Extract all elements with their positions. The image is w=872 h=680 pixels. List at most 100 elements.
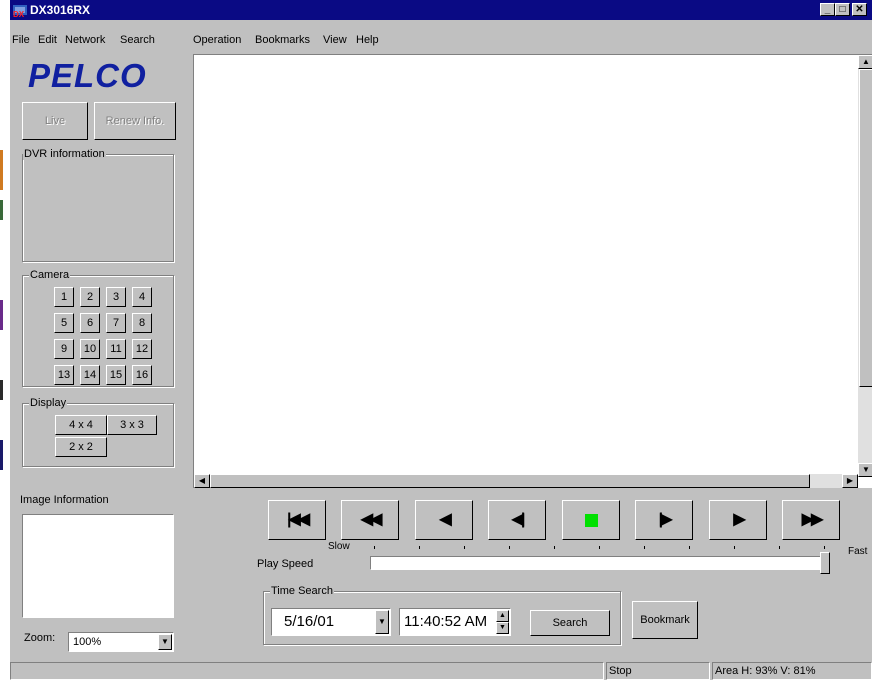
dvr-info-label: DVR information [23,148,106,160]
chevron-down-icon[interactable]: ▼ [158,634,172,650]
speed-tick [374,546,375,549]
status-state: Stop [609,665,632,677]
camera-15-button[interactable]: 15 [106,365,126,385]
app-window: DX DX3016RX _ □ ✕ File Edit Network Sear… [10,0,872,680]
speed-tick [464,546,465,549]
play-reverse-button[interactable]: ◀ [415,500,473,540]
speed-tick [599,546,600,549]
display-label: Display [29,397,68,409]
speed-tick [734,546,735,549]
rewind-icon: ◀◀ [360,511,383,528]
time-up-icon[interactable]: ▲ [496,610,509,622]
menu-bookmarks[interactable]: Bookmarks [255,34,310,46]
stop-icon [585,514,598,527]
menu-search[interactable]: Search [120,34,155,46]
app-icon: DX [13,5,27,18]
menu-network[interactable]: Network [65,34,105,46]
camera-3-button[interactable]: 3 [106,287,126,307]
status-main [10,662,604,680]
speed-tick [779,546,780,549]
time-value: 11:40:52 AM [404,613,488,630]
camera-label: Camera [29,269,71,281]
step-back-icon: ◀| [511,511,526,528]
image-info-box [22,514,174,618]
menu-file[interactable]: File [12,34,30,46]
display-2x2-button[interactable]: 2 x 2 [55,437,107,457]
live-button[interactable]: Live [22,102,88,140]
play-reverse-icon: ◀ [439,511,451,528]
image-info-label: Image Information [20,494,109,506]
menu-view[interactable]: View [323,34,347,46]
chevron-down-icon[interactable]: ▼ [375,610,389,634]
camera-1-button[interactable]: 1 [54,287,74,307]
step-forward-button[interactable]: |▶ [635,500,693,540]
camera-14-button[interactable]: 14 [80,365,100,385]
status-state-panel: Stop [606,662,710,680]
zoom-select[interactable]: 100% ▼ [68,632,174,652]
camera-4-button[interactable]: 4 [132,287,152,307]
status-area: Area H: 93% V: 81% [715,665,816,677]
play-icon: ▶ [733,511,745,528]
bookmark-button[interactable]: Bookmark [632,601,698,639]
vertical-scrollbar[interactable]: ▲ ▼ [858,55,872,477]
vertical-scroll-thumb[interactable] [859,69,872,387]
skip-start-icon: |◀◀ [286,511,310,528]
maximize-button[interactable]: □ [835,3,850,16]
camera-8-button[interactable]: 8 [132,313,152,333]
scroll-left-icon[interactable]: ◀ [194,474,210,488]
play-speed-slider-thumb[interactable] [820,552,830,574]
speed-fast-label: Fast [848,546,868,557]
renew-info-button[interactable]: Renew Info. [94,102,176,140]
step-forward-icon: |▶ [658,511,673,528]
time-down-icon[interactable]: ▼ [496,622,509,634]
svg-text:DX: DX [13,10,25,18]
camera-13-button[interactable]: 13 [54,365,74,385]
pelco-logo: PELCO [28,57,147,94]
scroll-right-icon[interactable]: ▶ [842,474,858,488]
camera-16-button[interactable]: 16 [132,365,152,385]
display-3x3-button[interactable]: 3 x 3 [107,415,157,435]
window-title: DX3016RX [30,3,91,17]
search-button[interactable]: Search [530,610,610,636]
fast-forward-button[interactable]: ▶▶ [782,500,840,540]
time-picker[interactable]: 11:40:52 AM ▲ ▼ [399,608,511,636]
time-search-label: Time Search [270,585,334,597]
camera-12-button[interactable]: 12 [132,339,152,359]
camera-6-button[interactable]: 6 [80,313,100,333]
camera-5-button[interactable]: 5 [54,313,74,333]
speed-tick [824,546,825,549]
skip-to-start-button[interactable]: |◀◀ [268,500,326,540]
scroll-down-icon[interactable]: ▼ [858,463,872,477]
title-bar: DX DX3016RX _ □ ✕ [10,0,872,20]
camera-10-button[interactable]: 10 [80,339,100,359]
minimize-button[interactable]: _ [820,3,835,16]
play-speed-track[interactable] [370,556,830,570]
horizontal-scrollbar[interactable]: ◀ ▶ [194,474,858,488]
scroll-up-icon[interactable]: ▲ [858,55,872,69]
status-area-panel: Area H: 93% V: 81% [712,662,872,680]
fast-rewind-button[interactable]: ◀◀ [341,500,399,540]
display-group: Display [22,397,174,467]
menu-operation[interactable]: Operation [193,34,241,46]
close-button[interactable]: ✕ [852,3,867,16]
video-viewer[interactable]: ▲ ▼ ◀ ▶ [193,54,872,488]
speed-tick [644,546,645,549]
step-back-button[interactable]: ◀| [488,500,546,540]
camera-9-button[interactable]: 9 [54,339,74,359]
dvr-info-group: DVR information [22,148,174,262]
speed-tick [689,546,690,549]
stop-button[interactable] [562,500,620,540]
speed-tick [419,546,420,549]
camera-11-button[interactable]: 11 [106,339,126,359]
camera-7-button[interactable]: 7 [106,313,126,333]
display-4x4-button[interactable]: 4 x 4 [55,415,107,435]
play-speed-label: Play Speed [257,558,314,570]
date-picker[interactable]: 5/16/01 ▼ [271,608,391,636]
zoom-value: 100% [73,636,102,648]
speed-tick [509,546,510,549]
menu-help[interactable]: Help [356,34,379,46]
play-button[interactable]: ▶ [709,500,767,540]
camera-2-button[interactable]: 2 [80,287,100,307]
menu-edit[interactable]: Edit [38,34,57,46]
horizontal-scroll-thumb[interactable] [210,474,810,488]
